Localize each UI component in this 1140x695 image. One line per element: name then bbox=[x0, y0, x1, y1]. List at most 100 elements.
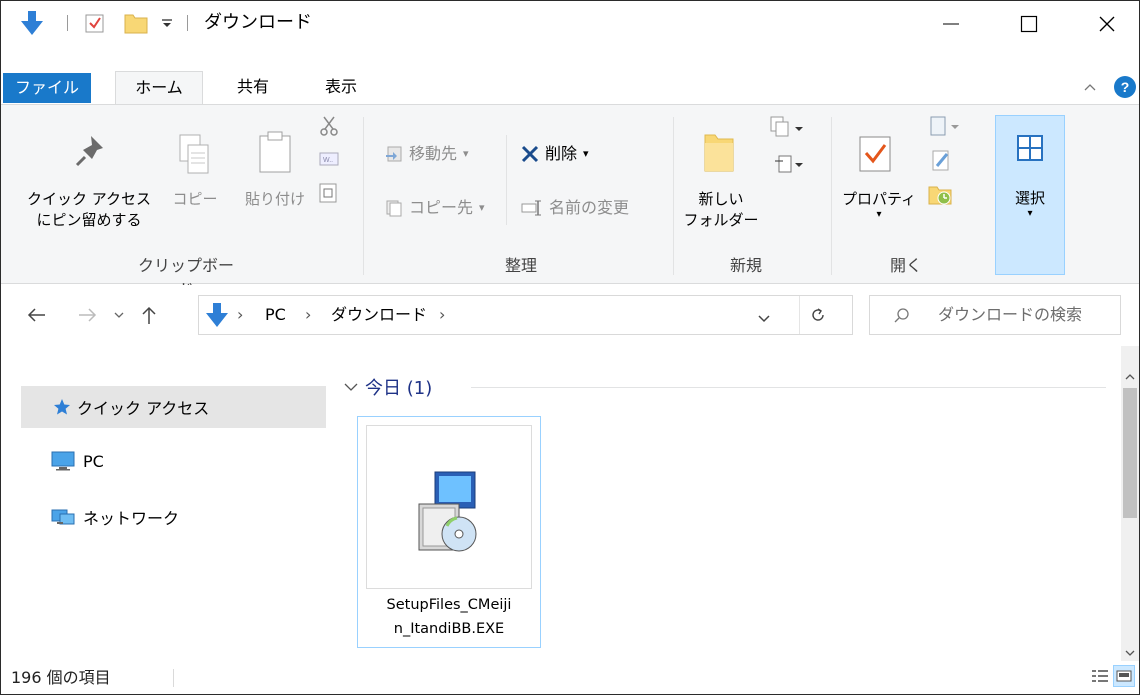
pin-icon bbox=[73, 133, 109, 173]
search-box[interactable]: ダウンロードの検索 bbox=[869, 295, 1121, 335]
new-folder-quick-icon[interactable] bbox=[123, 11, 149, 35]
properties-label: プロパティ bbox=[841, 190, 917, 208]
address-bar[interactable]: › PC › ダウンロード › bbox=[198, 295, 853, 335]
nav-item-quick-access[interactable]: クイック アクセス bbox=[21, 386, 326, 428]
new-folder-icon bbox=[701, 131, 737, 179]
installer-icon bbox=[409, 468, 493, 560]
forward-button[interactable] bbox=[73, 301, 101, 329]
title-separator bbox=[187, 15, 188, 31]
customize-qat-icon[interactable] bbox=[159, 11, 175, 35]
properties-icon bbox=[857, 133, 895, 177]
item-count: 196 個の項目 bbox=[11, 668, 111, 687]
delete-icon bbox=[521, 145, 539, 163]
file-thumbnail bbox=[366, 425, 532, 589]
nav-label-quick-access: クイック アクセス bbox=[77, 399, 210, 418]
copy-button[interactable]: コピー bbox=[169, 189, 221, 210]
move-to-icon bbox=[386, 146, 402, 162]
close-button[interactable] bbox=[1075, 1, 1139, 46]
select-grid-icon bbox=[1016, 134, 1044, 166]
back-button[interactable] bbox=[23, 301, 51, 329]
download-arrow-icon[interactable] bbox=[19, 11, 45, 35]
paste-icon bbox=[257, 131, 293, 179]
new-folder-line1: 新しい bbox=[698, 190, 744, 208]
move-to-label: 移動先 bbox=[409, 144, 458, 163]
paste-shortcut-icon[interactable] bbox=[319, 181, 337, 207]
address-divider bbox=[799, 296, 800, 334]
new-folder-line2: フォルダー bbox=[683, 211, 759, 229]
breadcrumb-separator[interactable]: › bbox=[439, 296, 445, 334]
ribbon-separator bbox=[673, 117, 674, 275]
file-name-line2: n_ItandiBB.EXE bbox=[393, 621, 505, 637]
svg-text:W..: W.. bbox=[323, 157, 333, 164]
rename-button[interactable]: 名前の変更 bbox=[521, 197, 629, 219]
properties-button[interactable]: プロパティ ▾ bbox=[839, 189, 919, 220]
nav-label-pc: PC bbox=[83, 451, 104, 471]
select-label: 選択 ▾ bbox=[996, 188, 1064, 219]
ribbon-separator bbox=[506, 135, 507, 225]
rename-label: 名前の変更 bbox=[549, 198, 630, 217]
star-icon bbox=[53, 398, 71, 416]
search-icon bbox=[894, 307, 910, 327]
vertical-scrollbar[interactable] bbox=[1121, 346, 1139, 661]
pin-quick-access-button[interactable]: クイック アクセス にピン留めする bbox=[19, 189, 159, 231]
tab-share[interactable]: 共有 bbox=[233, 71, 273, 103]
tab-file[interactable]: ファイル bbox=[3, 73, 91, 103]
minimize-button[interactable] bbox=[919, 1, 983, 46]
large-icons-view-icon[interactable] bbox=[1113, 665, 1135, 687]
window-title: ダウンロード bbox=[204, 12, 312, 33]
open-icon[interactable] bbox=[929, 115, 963, 143]
title-separator bbox=[67, 15, 68, 31]
history-icon[interactable] bbox=[927, 181, 953, 211]
select-text: 選択 bbox=[1014, 189, 1045, 207]
group-header-label: 今日 (1) bbox=[365, 378, 433, 399]
paste-button[interactable]: 貼り付け bbox=[233, 189, 317, 210]
copy-path-icon[interactable]: W.. bbox=[319, 149, 339, 173]
tab-view[interactable]: 表示 bbox=[319, 71, 363, 103]
breadcrumb-pc[interactable]: PC bbox=[265, 296, 286, 334]
file-name: SetupFiles_CMeiji n_ItandiBB.EXE bbox=[358, 593, 540, 641]
search-placeholder: ダウンロードの検索 bbox=[938, 305, 1083, 324]
file-list-pane: 今日 (1) SetupFiles_CMeiji n_ItandiBB.EXE bbox=[331, 346, 1121, 661]
rename-icon bbox=[521, 200, 541, 216]
breadcrumb-separator[interactable]: › bbox=[237, 296, 243, 334]
pin-label-line2: にピン留めする bbox=[36, 211, 142, 229]
ribbon-separator bbox=[363, 117, 364, 275]
network-icon bbox=[51, 507, 75, 527]
downloads-arrow-icon bbox=[205, 302, 229, 332]
select-button[interactable]: 選択 ▾ bbox=[995, 115, 1065, 275]
properties-quick-icon[interactable] bbox=[84, 11, 106, 35]
new-item-icon[interactable] bbox=[769, 115, 809, 145]
copy-to-button[interactable]: コピー先 ▾ bbox=[385, 197, 485, 219]
details-view-icon[interactable] bbox=[1089, 665, 1111, 687]
maximize-button[interactable] bbox=[997, 1, 1061, 46]
scrollbar-thumb[interactable] bbox=[1123, 388, 1137, 518]
easy-access-icon[interactable] bbox=[773, 153, 809, 181]
tab-home[interactable]: ホーム bbox=[115, 71, 203, 105]
move-to-button[interactable]: 移動先 ▾ bbox=[385, 143, 469, 165]
delete-button[interactable]: 削除 ▾ bbox=[521, 143, 589, 165]
breadcrumb-downloads[interactable]: ダウンロード bbox=[331, 296, 427, 334]
scroll-down-icon[interactable] bbox=[1125, 642, 1135, 661]
nav-item-network[interactable]: ネットワーク bbox=[21, 496, 326, 538]
computer-icon bbox=[51, 451, 75, 471]
up-button[interactable] bbox=[135, 301, 163, 329]
scroll-up-icon[interactable] bbox=[1125, 366, 1135, 385]
breadcrumb-separator[interactable]: › bbox=[305, 296, 311, 334]
refresh-icon[interactable] bbox=[809, 306, 827, 328]
edit-icon[interactable] bbox=[931, 149, 953, 177]
collapse-ribbon-icon[interactable] bbox=[1083, 79, 1097, 98]
copy-to-icon bbox=[386, 200, 402, 217]
group-new-label: 新規 bbox=[729, 256, 762, 275]
navigation-bar: › PC › ダウンロード › ダウンロードの検索 bbox=[1, 285, 1139, 345]
help-icon[interactable]: ? bbox=[1113, 75, 1137, 103]
address-dropdown-icon[interactable] bbox=[757, 310, 771, 329]
copy-to-label: コピー先 bbox=[409, 198, 474, 217]
nav-item-pc[interactable]: PC bbox=[21, 440, 326, 482]
recent-locations-chevron-icon[interactable] bbox=[111, 301, 127, 329]
copy-icon bbox=[177, 133, 211, 179]
collapse-group-chevron-icon bbox=[344, 383, 358, 391]
new-folder-button[interactable]: 新しい フォルダー bbox=[683, 189, 759, 231]
cut-icon[interactable] bbox=[319, 115, 339, 141]
group-header-today[interactable]: 今日 (1) bbox=[343, 374, 432, 400]
file-item[interactable]: SetupFiles_CMeiji n_ItandiBB.EXE bbox=[357, 416, 541, 648]
